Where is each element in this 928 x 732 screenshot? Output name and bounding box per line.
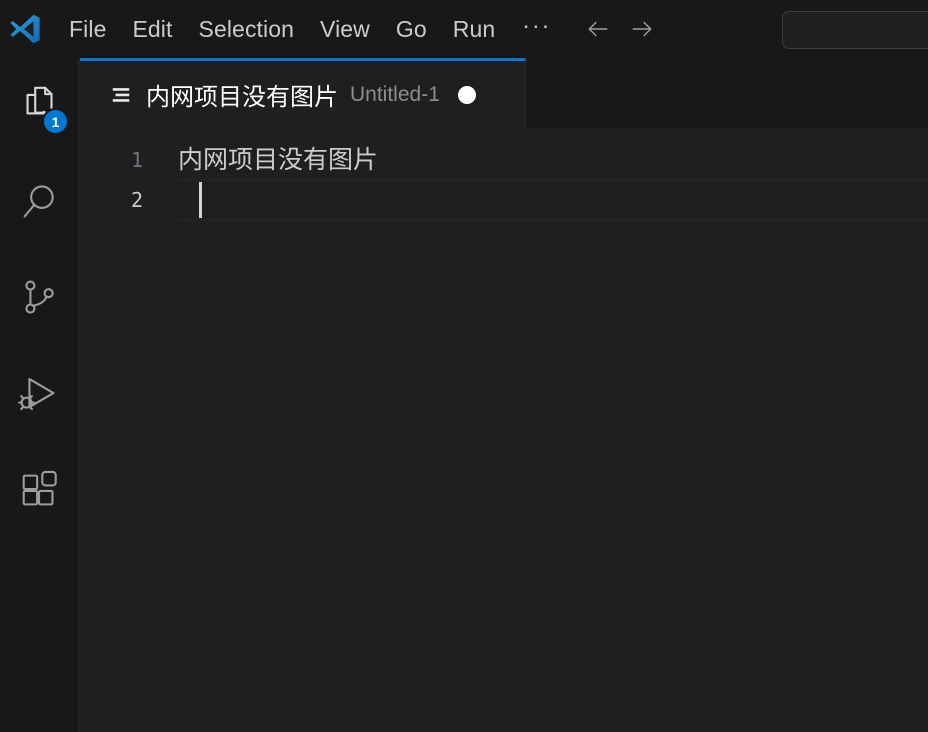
activity-bar: 1 xyxy=(0,58,79,732)
menu-file[interactable]: File xyxy=(56,12,119,47)
code-line-1[interactable]: 1 内网项目没有图片 xyxy=(80,140,928,180)
code-line-2[interactable]: 2 xyxy=(80,180,928,220)
text-cursor xyxy=(199,182,202,218)
editor-tab-description: Untitled-1 xyxy=(350,82,440,106)
activity-bar-item-extensions[interactable] xyxy=(0,442,79,538)
editor-tab-untitled-1[interactable]: 内网项目没有图片 Untitled-1 xyxy=(80,58,526,128)
activity-bar-item-source-control[interactable] xyxy=(0,250,79,346)
text-file-icon xyxy=(110,84,132,106)
menu-edit[interactable]: Edit xyxy=(119,12,185,47)
menu-go[interactable]: Go xyxy=(383,12,440,47)
navigation-arrows xyxy=(583,14,657,44)
editor-tab-label: 内网项目没有图片 xyxy=(146,83,338,111)
editor-tab-bar: 内网项目没有图片 Untitled-1 xyxy=(80,58,928,128)
line-number: 1 xyxy=(130,148,143,172)
line-content: 内网项目没有图片 xyxy=(178,145,379,174)
extensions-icon xyxy=(22,470,57,506)
unsaved-dot-icon[interactable] xyxy=(457,85,476,104)
activity-bar-item-run-debug[interactable] xyxy=(0,346,79,442)
search-icon xyxy=(23,185,54,218)
run-and-debug-icon xyxy=(17,377,54,411)
line-number: 2 xyxy=(130,188,143,212)
menu-run[interactable]: Run xyxy=(440,12,509,47)
menu-view[interactable]: View xyxy=(307,12,383,47)
activity-bar-item-search[interactable] xyxy=(0,154,79,250)
vscode-window: File Edit Selection View Go Run ··· 1 内网… xyxy=(0,0,928,732)
source-control-icon xyxy=(24,280,54,314)
menu-more-button[interactable]: ··· xyxy=(508,12,565,47)
arrow-right-icon[interactable] xyxy=(627,14,657,44)
menu-bar: File Edit Selection View Go Run ··· xyxy=(56,0,565,58)
command-center-search-box[interactable] xyxy=(782,11,928,49)
activity-bar-item-explorer[interactable]: 1 xyxy=(0,58,79,154)
editor-group: 内网项目没有图片 Untitled-1 1 内网项目没有图片 2 xyxy=(80,58,928,732)
editor-content[interactable]: 1 内网项目没有图片 2 xyxy=(80,128,928,732)
menu-selection[interactable]: Selection xyxy=(186,12,308,47)
title-bar: File Edit Selection View Go Run ··· xyxy=(0,0,928,58)
current-line-highlight xyxy=(178,180,928,220)
explorer-badge: 1 xyxy=(42,108,69,135)
code-lines: 1 内网项目没有图片 2 xyxy=(80,140,928,220)
arrow-left-icon[interactable] xyxy=(583,14,613,44)
vscode-logo-icon[interactable] xyxy=(6,10,44,48)
